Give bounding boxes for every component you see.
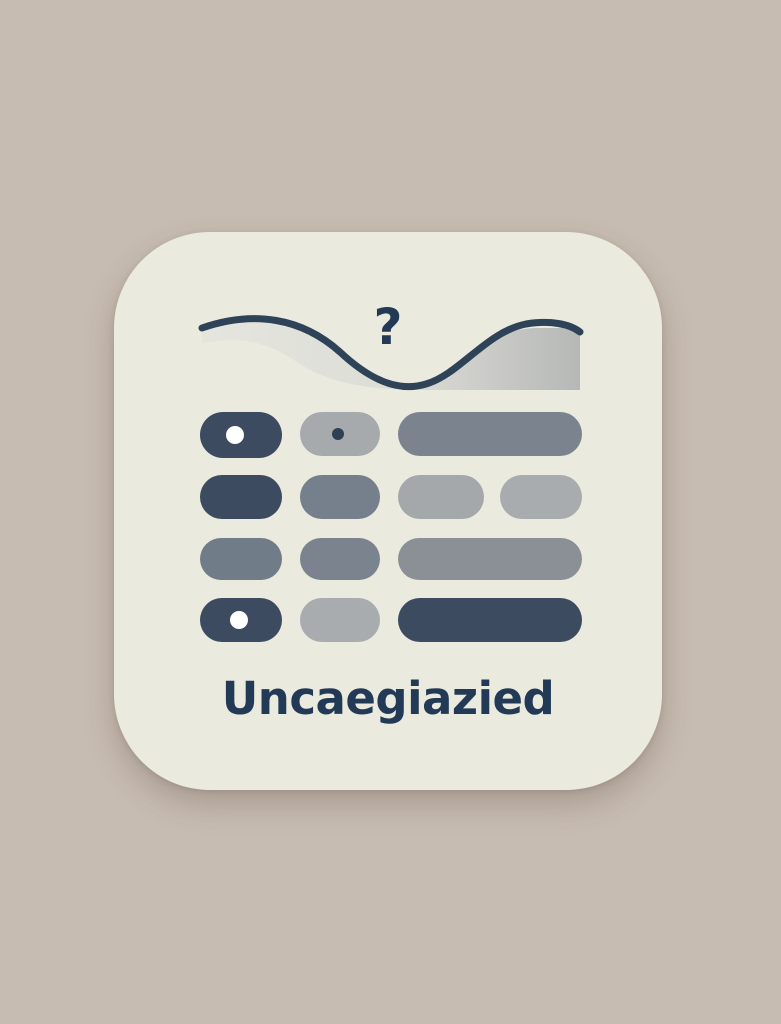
question-mark-icon: ? [373,298,402,356]
app-icon-card[interactable]: ? Uncaegiazied [114,232,662,790]
bar-row1 [398,412,582,456]
bar-row4-b [300,598,380,642]
bar-row2-a [200,475,282,519]
bar-row2-c [398,475,484,519]
toggle-dot [230,611,248,629]
bar-row4-c [398,598,582,642]
toggle-dot [332,428,344,440]
bar-row3-b [300,538,380,580]
toggle-dot [226,426,244,444]
bar-row3-a [200,538,282,580]
toggle-pill-3 [200,598,282,642]
bar-row2-b [300,475,380,519]
bar-row2-d [500,475,582,519]
toggle-pill-1 [200,412,282,458]
bar-row3-c [398,538,582,580]
toggle-pill-2 [300,412,380,456]
icon-label: Uncaegiazied [221,672,555,725]
